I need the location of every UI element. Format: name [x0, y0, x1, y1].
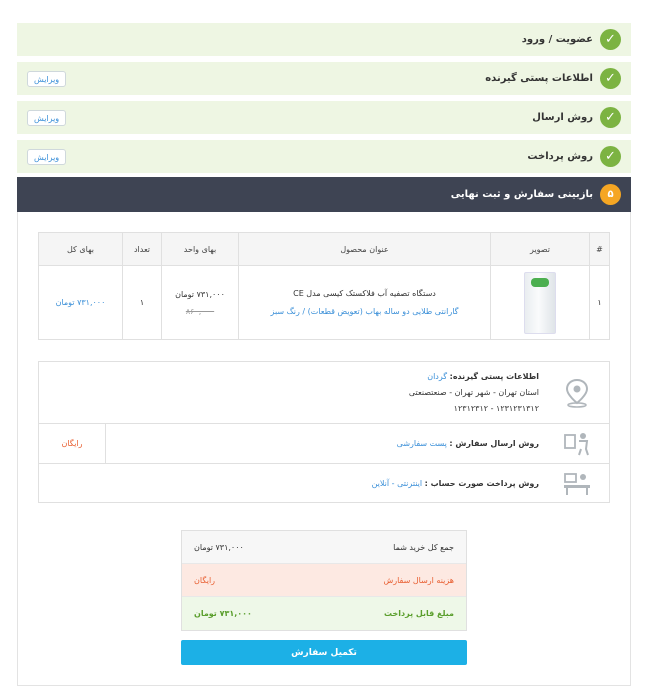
- quantity: ۱: [122, 265, 162, 340]
- product-title-cell: دستگاه تصفیه آب فلاکستک کیسی مدل CE گارا…: [238, 265, 491, 340]
- shipping-row: روش ارسال سفارش : پست سفارشی رایگان: [39, 424, 609, 464]
- summary-value: رایگان: [194, 575, 216, 585]
- address-text: اطلاعات پستی گیرنده: گردان استان تهران -…: [409, 362, 539, 423]
- payment-desk-icon: [545, 464, 609, 504]
- step-title: عضویت / ورود: [521, 34, 593, 45]
- payment-row: روش پرداخت صورت حساب : اینترنتی - آنلاین: [39, 464, 609, 504]
- row-index: ۱: [589, 265, 610, 340]
- step-title: اطلاعات پستی گیرنده: [485, 73, 593, 84]
- column-header: بهای واحد: [161, 232, 239, 266]
- step-title: بازبینی سفارش و ثبت نهایی: [450, 189, 593, 200]
- step-payment: ✓ روش پرداخت ویرایش: [17, 140, 631, 173]
- check-icon: ✓: [600, 29, 621, 50]
- column-header: تعداد: [122, 232, 162, 266]
- order-info-box: اطلاعات پستی گیرنده: گردان استان تهران -…: [38, 361, 610, 503]
- edit-payment-button[interactable]: ویرایش: [27, 149, 67, 165]
- product-options: گارانتی طلایی دو ساله بهاب (تعویض قطعات)…: [270, 307, 459, 316]
- delivery-person-icon: [545, 424, 609, 463]
- summary-row: هزینه ارسال سفارش رایگان: [182, 564, 466, 597]
- step-title: روش پرداخت: [527, 151, 593, 162]
- address-label: اطلاعات پستی گیرنده:: [449, 371, 539, 381]
- summary-value: ۷۳۱,۰۰۰ تومان: [194, 609, 252, 618]
- column-header: تصویر: [490, 232, 590, 266]
- water-purifier-image[interactable]: [524, 271, 556, 334]
- summary-row: جمع کل خرید شما ۷۳۱,۰۰۰ تومان: [182, 531, 466, 564]
- shipping-label: روش ارسال سفارش :: [449, 438, 539, 448]
- table-row: ۱ دستگاه تصفیه آب فلاکستک کیسی مدل CE گا…: [38, 265, 610, 340]
- step-title: روش ارسال: [532, 112, 593, 123]
- recipient-name: گردان: [427, 371, 448, 381]
- step-login: ✓ عضویت / ورود: [17, 23, 631, 56]
- old-price: ۸۶۰,۰۰۰: [185, 306, 215, 316]
- check-icon: ✓: [600, 107, 621, 128]
- payment-text: روش پرداخت صورت حساب : اینترنتی - آنلاین: [372, 464, 539, 504]
- summary-label: هزینه ارسال سفارش: [383, 575, 454, 585]
- shipping-cost: رایگان: [39, 424, 106, 463]
- edit-shipping-button[interactable]: ویرایش: [27, 110, 67, 126]
- table-header-row: # تصویر عنوان محصول بهای واحد تعداد بهای…: [38, 232, 610, 266]
- check-icon: ✓: [600, 146, 621, 167]
- column-header: #: [589, 232, 610, 266]
- product-image-cell: [490, 265, 590, 340]
- edit-address-button[interactable]: ویرایش: [27, 71, 67, 87]
- address-row: اطلاعات پستی گیرنده: گردان استان تهران -…: [39, 362, 609, 424]
- step-shipping: ✓ روش ارسال ویرایش: [17, 101, 631, 134]
- payment-method: اینترنتی - آنلاین: [371, 479, 423, 488]
- step-review-header: ۵ بازبینی سفارش و ثبت نهایی: [17, 177, 631, 212]
- column-header: بهای کل: [38, 232, 123, 266]
- column-header: عنوان محصول: [238, 232, 491, 266]
- summary-row: مبلغ قابل پرداخت ۷۳۱,۰۰۰ تومان: [182, 597, 466, 630]
- shipping-text: روش ارسال سفارش : پست سفارشی: [397, 424, 539, 463]
- summary-value: ۷۳۱,۰۰۰ تومان: [194, 542, 244, 552]
- unit-price: ۷۳۱,۰۰۰ تومان: [175, 289, 225, 299]
- complete-order-button[interactable]: تکمیل سفارش: [181, 640, 467, 665]
- order-summary: جمع کل خرید شما ۷۳۱,۰۰۰ تومان هزینه ارسا…: [181, 530, 467, 631]
- unit-price-cell: ۷۳۱,۰۰۰ تومان ۸۶۰,۰۰۰: [161, 265, 239, 340]
- address-line: استان تهران - شهر تهران - صنعتصنعتی: [408, 387, 539, 397]
- shipping-method: پست سفارشی: [396, 438, 447, 448]
- check-icon: ✓: [600, 68, 621, 89]
- phone-numbers: ۱۲۳۱۲۳۱۳۱۲ - ۱۲۳۱۲۳۱۲: [453, 403, 539, 413]
- step-address: ✓ اطلاعات پستی گیرنده ویرایش: [17, 62, 631, 95]
- payment-label: روش پرداخت صورت حساب :: [424, 479, 539, 488]
- location-pin-icon: [545, 362, 609, 423]
- summary-label: مبلغ قابل پرداخت: [384, 609, 454, 618]
- step-number-badge: ۵: [600, 184, 621, 205]
- summary-label: جمع کل خرید شما: [393, 542, 454, 552]
- product-name[interactable]: دستگاه تصفیه آب فلاکستک کیسی مدل CE: [239, 289, 490, 298]
- order-table: # تصویر عنوان محصول بهای واحد تعداد بهای…: [38, 232, 610, 340]
- row-total: ۷۳۱,۰۰۰ تومان: [38, 265, 123, 340]
